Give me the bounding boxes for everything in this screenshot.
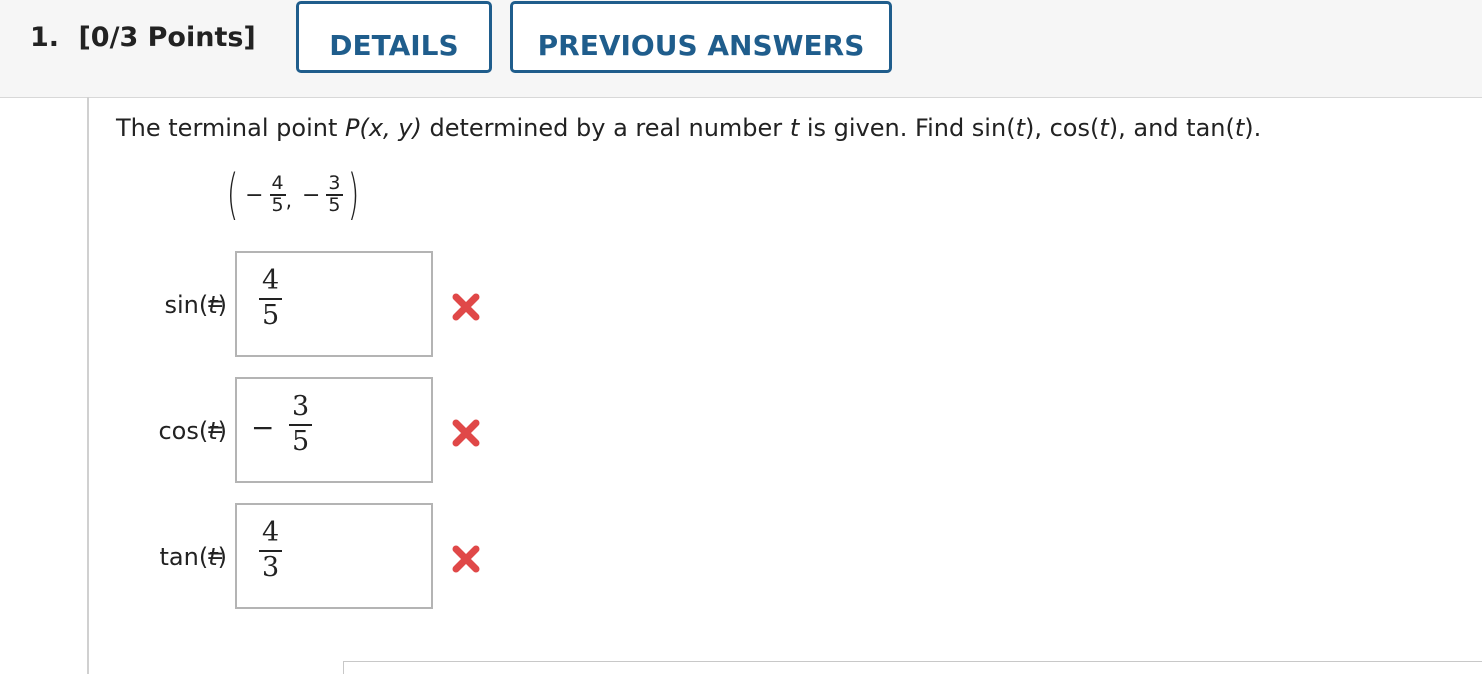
answer-row-sin: sin(t) = 4 5 — [0, 251, 600, 357]
x-mark-icon — [452, 419, 480, 447]
y-sign: − — [301, 182, 321, 208]
prompt-text-5: ), and tan( — [1108, 114, 1235, 142]
answer-denominator: 5 — [262, 300, 280, 332]
left-paren: ( — [226, 163, 239, 226]
x-mark-icon — [452, 545, 480, 573]
question-header: 1. [0/3 Points] DETAILS PREVIOUS ANSWERS — [0, 0, 1482, 98]
prompt-text-3: is given. Find sin( — [799, 114, 1016, 142]
x-numerator: 4 — [269, 172, 286, 196]
answer-row-cos: cos(t) = − 3 5 — [0, 377, 600, 483]
y-denominator: 5 — [328, 194, 341, 216]
x-fraction: 4 5 — [269, 172, 286, 216]
answer-fraction: 4 5 — [259, 265, 283, 332]
equals-sign: = — [206, 544, 225, 569]
answer-fraction: 3 5 — [289, 391, 313, 458]
previous-answers-button[interactable]: PREVIOUS ANSWERS — [510, 1, 892, 73]
bottom-divider-tick — [343, 661, 344, 674]
terminal-point: ( − 4 5 , − 3 5 ) — [222, 160, 364, 230]
bottom-divider — [343, 661, 1482, 662]
right-paren: ) — [347, 163, 359, 226]
details-button[interactable]: DETAILS — [296, 1, 492, 73]
prompt-text-1: The terminal point — [116, 114, 345, 142]
answer-input[interactable]: − 3 5 — [235, 377, 433, 483]
answer-denominator: 5 — [292, 426, 310, 458]
x-mark-icon — [452, 293, 480, 321]
prompt-text-4: ), cos( — [1024, 114, 1100, 142]
comma: , — [285, 188, 292, 212]
answer-fraction: 4 3 — [259, 517, 283, 584]
answer-numerator: 4 — [259, 265, 283, 301]
answer-denominator: 3 — [262, 552, 280, 584]
question-number: 1. — [30, 22, 60, 53]
prompt-text-6: ). — [1244, 114, 1262, 142]
x-denominator: 5 — [271, 194, 284, 216]
x-sign: − — [245, 182, 264, 208]
equals-sign: = — [206, 292, 225, 317]
answer-numerator: 3 — [289, 391, 313, 427]
question-prompt: The terminal point P(x, y) determined by… — [116, 114, 1261, 142]
question-title: 1. [0/3 Points] — [30, 22, 256, 53]
y-numerator: 3 — [326, 172, 343, 196]
y-fraction: 3 5 — [326, 172, 343, 216]
answer-numerator: 4 — [259, 517, 283, 553]
answer-input[interactable]: 4 5 — [235, 251, 433, 357]
prompt-text-2: determined by a real number — [421, 114, 790, 142]
prompt-var-t: t — [1234, 114, 1245, 142]
question-points: [0/3 Points] — [78, 22, 256, 53]
answer-input[interactable]: 4 3 — [235, 503, 433, 609]
answer-sign: − — [251, 411, 275, 444]
prompt-var-t: t — [1015, 114, 1025, 142]
prompt-var-t: t — [789, 114, 800, 142]
prompt-var-t: t — [1099, 114, 1109, 142]
equals-sign: = — [206, 418, 225, 443]
prompt-point-expr: P(x, y) — [344, 114, 422, 142]
answer-row-tan: tan(t) = 4 3 — [0, 503, 600, 609]
